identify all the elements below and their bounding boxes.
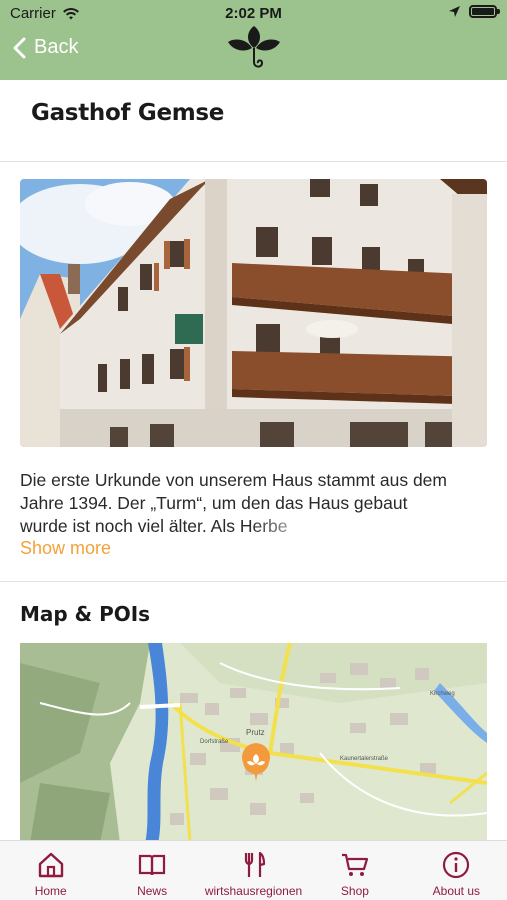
map-label-street-1: Kaunertalerstraße <box>340 756 389 762</box>
description-fade <box>250 514 340 540</box>
tab-wirtshausregionen-label: wirtshausregionen <box>204 884 303 898</box>
map-label-street-2: Dorfstraße <box>200 739 229 745</box>
book-icon <box>139 854 166 876</box>
tab-news-label: News <box>137 884 168 898</box>
show-more-link[interactable]: Show more <box>20 538 111 559</box>
info-icon <box>443 851 470 879</box>
divider-top <box>0 161 507 162</box>
tab-shop[interactable]: Shop <box>304 841 405 900</box>
tab-about-us-label: About us <box>432 884 481 898</box>
map-view[interactable]: Prutz Kaunertalerstraße Dorfstraße Kirch… <box>20 643 487 840</box>
fork-knife-icon <box>244 851 265 877</box>
description-line-2: Jahre 1394. Der „Turm“, um den das Haus … <box>20 493 408 513</box>
status-right <box>448 5 500 18</box>
app-screen: Carrier 2:02 PM Back Gasthof Gemse Die e… <box>0 0 507 900</box>
tab-wirtshausregionen[interactable]: wirtshausregionen <box>203 841 304 900</box>
tab-bar: Home News wirtshausregionen Shop About u… <box>0 840 507 900</box>
map-label-prutz: Prutz <box>246 728 265 737</box>
back-label: Back <box>34 36 79 58</box>
divider-map <box>0 581 507 582</box>
location-arrow-icon <box>449 6 460 17</box>
map-label-street-3: Kirchweg <box>430 691 455 697</box>
map-section-title: Map & POIs <box>20 602 151 626</box>
page-title: Gasthof Gemse <box>31 100 225 126</box>
back-button[interactable]: Back <box>12 36 78 59</box>
top-bar: Carrier 2:02 PM Back <box>0 0 507 80</box>
chevron-left-icon <box>13 37 26 58</box>
description-line-1: Die erste Urkunde von unserem Haus stamm… <box>20 470 447 490</box>
home-icon <box>38 852 63 878</box>
tab-news[interactable]: News <box>101 841 202 900</box>
tab-home-label: Home <box>34 884 67 898</box>
tab-home[interactable]: Home <box>0 841 101 900</box>
tab-about-us[interactable]: About us <box>406 841 507 900</box>
tab-shop-label: Shop <box>340 884 369 898</box>
cart-icon <box>341 853 369 876</box>
clock: 2:02 PM <box>225 5 282 22</box>
battery-icon <box>469 5 500 18</box>
leaf-logo-icon <box>228 26 280 68</box>
gasthof-photo <box>20 179 487 447</box>
detail-content: Gasthof Gemse Die erste Urkunde von unse… <box>0 80 507 840</box>
